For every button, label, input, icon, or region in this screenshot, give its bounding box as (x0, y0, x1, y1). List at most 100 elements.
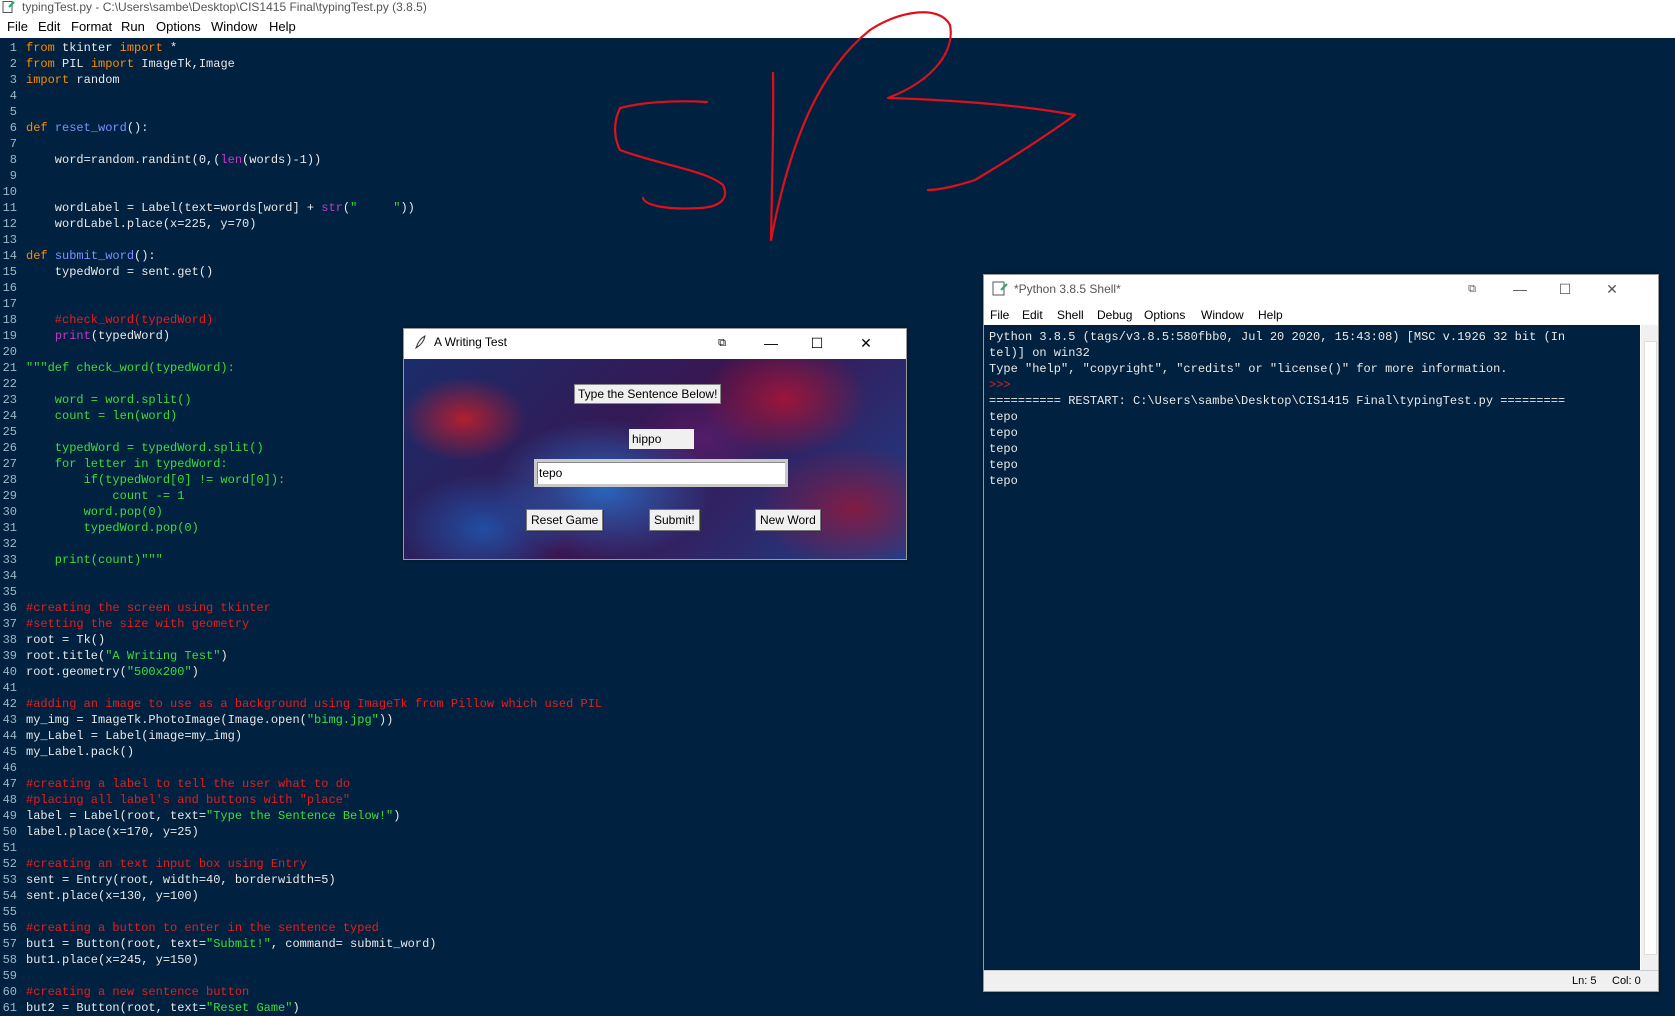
shell-banner-line: Python 3.8.5 (tags/v3.8.5:580fbb0, Jul 2… (989, 330, 1566, 344)
shell-scrollbar[interactable] (1641, 325, 1658, 971)
code-text: typedWord.pop(0) (26, 520, 199, 536)
snap-icon[interactable]: ⧉ (702, 329, 742, 357)
submit-button[interactable]: Submit! (649, 509, 700, 531)
close-button[interactable]: ✕ (846, 329, 886, 357)
shell-menu-shell[interactable]: Shell (1057, 308, 1084, 322)
code-token: root.title( (26, 649, 106, 663)
line-number: 9 (9, 169, 17, 183)
line-number: 25 (2, 425, 17, 439)
word-label: hippo (629, 429, 694, 449)
shell-menu-file[interactable]: File (990, 308, 1009, 322)
code-token: from (26, 57, 55, 71)
code-token: (typedWord) (90, 329, 171, 343)
code-text: root.title("A Writing Test") (26, 648, 228, 664)
line-number: 44 (2, 729, 17, 743)
code-token: ) (292, 1001, 300, 1015)
close-button[interactable]: ✕ (1592, 275, 1632, 303)
line-number: 19 (2, 329, 17, 343)
code-token: "500x200" (126, 665, 192, 679)
window-title: typingTest.py - C:\Users\sambe\Desktop\C… (22, 0, 427, 14)
line-number: 36 (2, 601, 17, 615)
code-token: print (54, 329, 91, 343)
shell-output-line: tepo (989, 442, 1018, 456)
code-token: if(typedWord[0] != word[0]): (26, 473, 286, 487)
code-text: sent.place(x=130, y=100) (26, 888, 199, 904)
line-number: 18 (2, 313, 17, 327)
shell-menu-help[interactable]: Help (1258, 308, 1283, 322)
code-token: reset_word (54, 121, 127, 135)
line-number: 20 (2, 345, 17, 359)
code-token: import (90, 57, 135, 71)
code-token: #placing all label's and buttons with "p… (26, 793, 351, 807)
shell-menu-edit[interactable]: Edit (1022, 308, 1043, 322)
shell-title: *Python 3.8.5 Shell* (1014, 282, 1121, 296)
code-token: #creating the screen using tkinter (26, 601, 271, 615)
menu-format[interactable]: Format (71, 19, 112, 34)
code-token: #creating a label to tell the user what … (26, 777, 351, 791)
tk-background-image: Type the Sentence Below! hippo tepo Rese… (404, 359, 906, 559)
code-token: )) (378, 713, 394, 727)
code-text: def submit_word(): (26, 248, 156, 264)
shell-status-bar: Ln: 5 Col: 0 (984, 970, 1658, 991)
scrollbar-thumb[interactable] (1644, 341, 1657, 955)
menu-options[interactable]: Options (156, 19, 201, 34)
code-text: but1.place(x=245, y=150) (26, 952, 199, 968)
shell-banner-line: tel)] on win32 (989, 346, 1090, 360)
code-text: label = Label(root, text="Type the Sente… (26, 808, 400, 824)
code-token: * (162, 41, 178, 55)
code-text: import random (26, 72, 120, 88)
shell-menu-debug[interactable]: Debug (1097, 308, 1132, 322)
menu-run[interactable]: Run (121, 19, 145, 34)
shell-menu-options[interactable]: Options (1144, 308, 1185, 322)
new-word-button[interactable]: New Word (755, 509, 821, 531)
code-token: , command= submit_word) (270, 937, 437, 951)
reset-game-button[interactable]: Reset Game (526, 509, 604, 531)
code-token: "A Writing Test" (105, 649, 221, 663)
menu-window[interactable]: Window (211, 19, 257, 34)
code-token: typedWord = typedWord.split() (26, 441, 264, 455)
menu-file[interactable]: File (7, 19, 28, 34)
code-text: word=random.randint(0,(len(words)-1)) (26, 152, 321, 168)
sentence-entry[interactable]: tepo (534, 459, 788, 487)
code-text: wordLabel = Label(text=words[word] + str… (26, 200, 415, 216)
python-shell-window[interactable]: *Python 3.8.5 Shell* ⧉ — ☐ ✕ File Edit S… (983, 274, 1659, 992)
line-number: 43 (2, 713, 17, 727)
maximize-button[interactable]: ☐ (1545, 275, 1585, 303)
code-token: my_img = ImageTk.PhotoImage(Image.open( (26, 713, 307, 727)
line-number: 48 (2, 793, 17, 807)
minimize-button[interactable]: — (1500, 275, 1540, 303)
line-number: 24 (2, 409, 17, 423)
code-text: word.pop(0) (26, 504, 163, 520)
line-number: 3 (9, 73, 17, 87)
line-number: 28 (2, 473, 17, 487)
code-token: typedWord = sent.get() (26, 265, 214, 279)
maximize-button[interactable]: ☐ (797, 329, 837, 357)
snap-icon[interactable]: ⧉ (1452, 275, 1492, 303)
line-number: 30 (2, 505, 17, 519)
code-text: root.geometry("500x200") (26, 664, 199, 680)
tk-window-title: A Writing Test (434, 335, 507, 349)
code-token: word = word.split() (26, 393, 192, 407)
python-shell-icon (992, 281, 1008, 296)
code-token: #adding an image to use as a background … (26, 697, 603, 711)
line-number: 35 (2, 585, 17, 599)
code-token: count -= 1 (26, 489, 185, 503)
code-token: ) (393, 809, 401, 823)
code-token: PIL (54, 57, 91, 71)
code-token: sent.place(x=130, y=100) (26, 889, 199, 903)
tk-app-window[interactable]: A Writing Test ⧉ — ☐ ✕ Type the Sentence… (403, 328, 907, 560)
code-text: count = len(word) (26, 408, 177, 424)
shell-menu-window[interactable]: Window (1201, 308, 1244, 322)
line-number: 38 (2, 633, 17, 647)
menu-edit[interactable]: Edit (38, 19, 60, 34)
line-number: 32 (2, 537, 17, 551)
shell-output[interactable]: Python 3.8.5 (tags/v3.8.5:580fbb0, Jul 2… (984, 325, 1640, 971)
shell-output-line: tepo (989, 426, 1018, 440)
minimize-button[interactable]: — (751, 329, 791, 357)
code-text: label.place(x=170, y=25) (26, 824, 199, 840)
menu-help[interactable]: Help (269, 19, 296, 34)
code-token: wordLabel = Label(text=words[word] + (26, 201, 322, 215)
code-text: if(typedWord[0] != word[0]): (26, 472, 286, 488)
line-number: 37 (2, 617, 17, 631)
